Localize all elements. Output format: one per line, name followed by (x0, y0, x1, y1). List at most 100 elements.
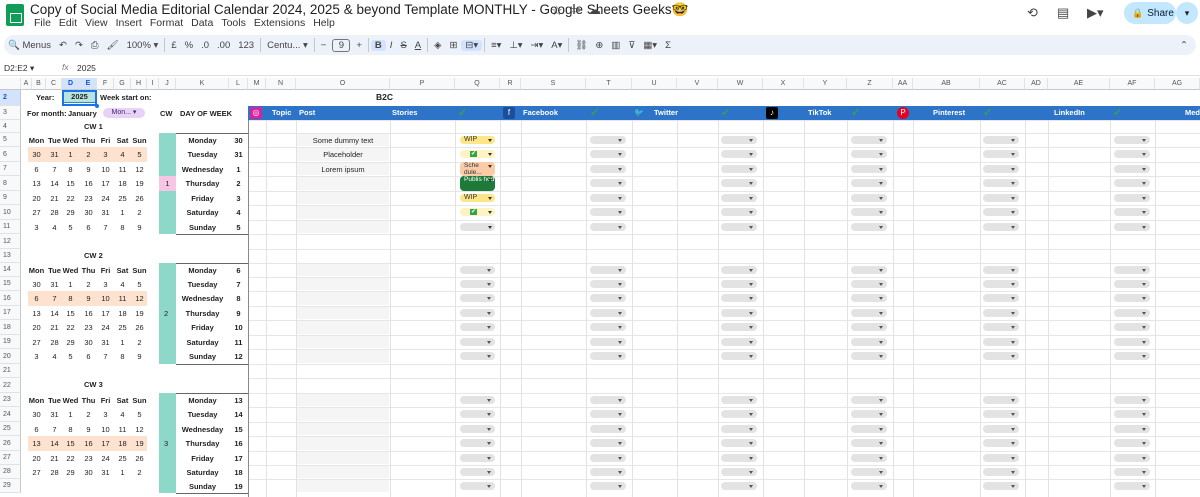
mini-calendar-day[interactable]: 29 (62, 338, 79, 347)
mini-calendar-day[interactable]: 8 (114, 223, 131, 232)
column-header-f[interactable]: F (97, 78, 114, 90)
status-dropdown[interactable] (721, 179, 757, 187)
row-header-3[interactable]: 3 (0, 106, 21, 120)
status-dropdown[interactable] (983, 266, 1019, 274)
mini-calendar-day[interactable]: 13 (28, 309, 45, 318)
mini-calendar-day[interactable]: 29 (62, 208, 79, 217)
column-header-p[interactable]: P (390, 78, 455, 90)
mini-calendar-day[interactable]: 11 (114, 165, 131, 174)
status-dropdown[interactable] (983, 165, 1019, 173)
menu-data[interactable]: Data (187, 17, 217, 29)
column-header-aa[interactable]: AA (893, 78, 913, 90)
currency-button[interactable]: £ (167, 40, 180, 51)
percent-button[interactable]: % (181, 40, 197, 51)
status-dropdown[interactable] (460, 294, 495, 302)
status-dropdown[interactable] (1114, 439, 1150, 447)
row-header-4[interactable]: 4 (0, 120, 21, 133)
mini-calendar-day[interactable]: 24 (97, 454, 114, 463)
post-field[interactable] (297, 264, 389, 276)
column-header-ae[interactable]: AE (1048, 78, 1110, 90)
mini-calendar-day[interactable]: 6 (80, 352, 97, 361)
post-field[interactable] (297, 321, 389, 334)
column-header-ad[interactable]: AD (1025, 78, 1048, 90)
font-select[interactable]: Centu... ▾ (263, 40, 312, 51)
status-dropdown[interactable] (1114, 136, 1150, 144)
status-dropdown[interactable] (851, 309, 887, 317)
mini-calendar-day[interactable]: 10 (97, 425, 114, 434)
mini-calendar-day[interactable]: 23 (80, 323, 97, 332)
mini-calendar-day[interactable]: 31 (97, 208, 114, 217)
status-dropdown[interactable] (721, 136, 757, 144)
status-dropdown[interactable] (460, 352, 495, 360)
post-field[interactable] (297, 336, 389, 348)
collapse-toolbar-icon[interactable]: ⌃ (1176, 40, 1196, 51)
mini-calendar-day[interactable]: 17 (97, 439, 114, 448)
mini-calendar-day[interactable]: 5 (131, 410, 148, 419)
zoom-select[interactable]: 100% ▾ (123, 40, 163, 51)
status-dropdown[interactable] (983, 439, 1019, 447)
status-dropdown[interactable] (721, 410, 757, 418)
column-header-u[interactable]: U (632, 78, 677, 90)
column-header-ag[interactable]: AG (1155, 78, 1200, 90)
mini-calendar-day[interactable]: 25 (114, 194, 131, 203)
mini-calendar-day[interactable]: 1 (62, 410, 79, 419)
status-dropdown[interactable] (460, 309, 495, 317)
column-header-d[interactable]: D (62, 78, 80, 90)
status-dropdown[interactable] (1114, 179, 1150, 187)
borders-icon[interactable]: ⊞ (445, 40, 461, 51)
mini-calendar-day[interactable]: 6 (28, 165, 45, 174)
status-dropdown[interactable] (851, 136, 887, 144)
row-header-11[interactable]: 11 (0, 220, 21, 234)
mini-calendar-day[interactable]: 3 (97, 150, 114, 159)
mini-calendar-day[interactable]: 7 (97, 352, 114, 361)
share-button[interactable]: 🔒 Share (1124, 2, 1176, 24)
post-field[interactable] (297, 307, 389, 319)
post-field[interactable] (297, 221, 389, 233)
mini-calendar-day[interactable]: 8 (62, 425, 79, 434)
post-field[interactable] (297, 206, 389, 219)
row-header-12[interactable]: 12 (0, 234, 21, 249)
column-header-m[interactable]: M (248, 78, 266, 90)
mini-calendar-day[interactable]: 15 (62, 309, 79, 318)
mini-calendar-day[interactable]: 2 (80, 150, 97, 159)
column-header-j[interactable]: J (159, 78, 176, 90)
status-dropdown[interactable] (983, 280, 1019, 288)
status-chip[interactable]: ✔ (460, 150, 495, 158)
status-chip[interactable]: Publis hed (460, 176, 495, 191)
status-dropdown[interactable] (721, 338, 757, 346)
mini-calendar-day[interactable]: 4 (46, 352, 63, 361)
row-header-19[interactable]: 19 (0, 335, 21, 349)
column-header-a[interactable]: A (21, 78, 32, 90)
mini-calendar-day[interactable]: 31 (97, 468, 114, 477)
post-field[interactable] (297, 177, 389, 190)
column-header-v[interactable]: V (677, 78, 718, 90)
status-dropdown[interactable] (460, 468, 495, 476)
insert-comment-icon[interactable]: ⊕ (591, 40, 607, 51)
mini-calendar-day[interactable]: 10 (97, 165, 114, 174)
status-dropdown[interactable] (590, 410, 626, 418)
status-dropdown[interactable] (983, 223, 1019, 231)
mini-calendar-day[interactable]: 28 (46, 338, 63, 347)
status-dropdown[interactable] (851, 266, 887, 274)
column-header-s[interactable]: S (521, 78, 586, 90)
mini-calendar-day[interactable]: 2 (80, 410, 97, 419)
column-header-k[interactable]: K (176, 78, 229, 90)
status-dropdown[interactable] (983, 468, 1019, 476)
status-dropdown[interactable] (590, 208, 626, 216)
mini-calendar-day[interactable]: 6 (80, 223, 97, 232)
post-field[interactable] (297, 452, 389, 464)
row-header-24[interactable]: 24 (0, 407, 21, 422)
status-dropdown[interactable] (983, 294, 1019, 302)
status-dropdown[interactable] (851, 468, 887, 476)
filter-views-icon[interactable]: ▦▾ (639, 40, 661, 51)
mini-calendar-day[interactable]: 4 (46, 223, 63, 232)
status-dropdown[interactable] (1114, 266, 1150, 274)
column-header-l[interactable]: L (229, 78, 248, 90)
mini-calendar-day[interactable]: 22 (62, 454, 79, 463)
status-dropdown[interactable] (1114, 323, 1150, 331)
status-dropdown[interactable] (983, 194, 1019, 202)
row-header-9[interactable]: 9 (0, 191, 21, 205)
print-icon[interactable]: ⎙ (87, 40, 103, 51)
status-dropdown[interactable] (851, 352, 887, 360)
column-header-i[interactable]: I (147, 78, 159, 90)
